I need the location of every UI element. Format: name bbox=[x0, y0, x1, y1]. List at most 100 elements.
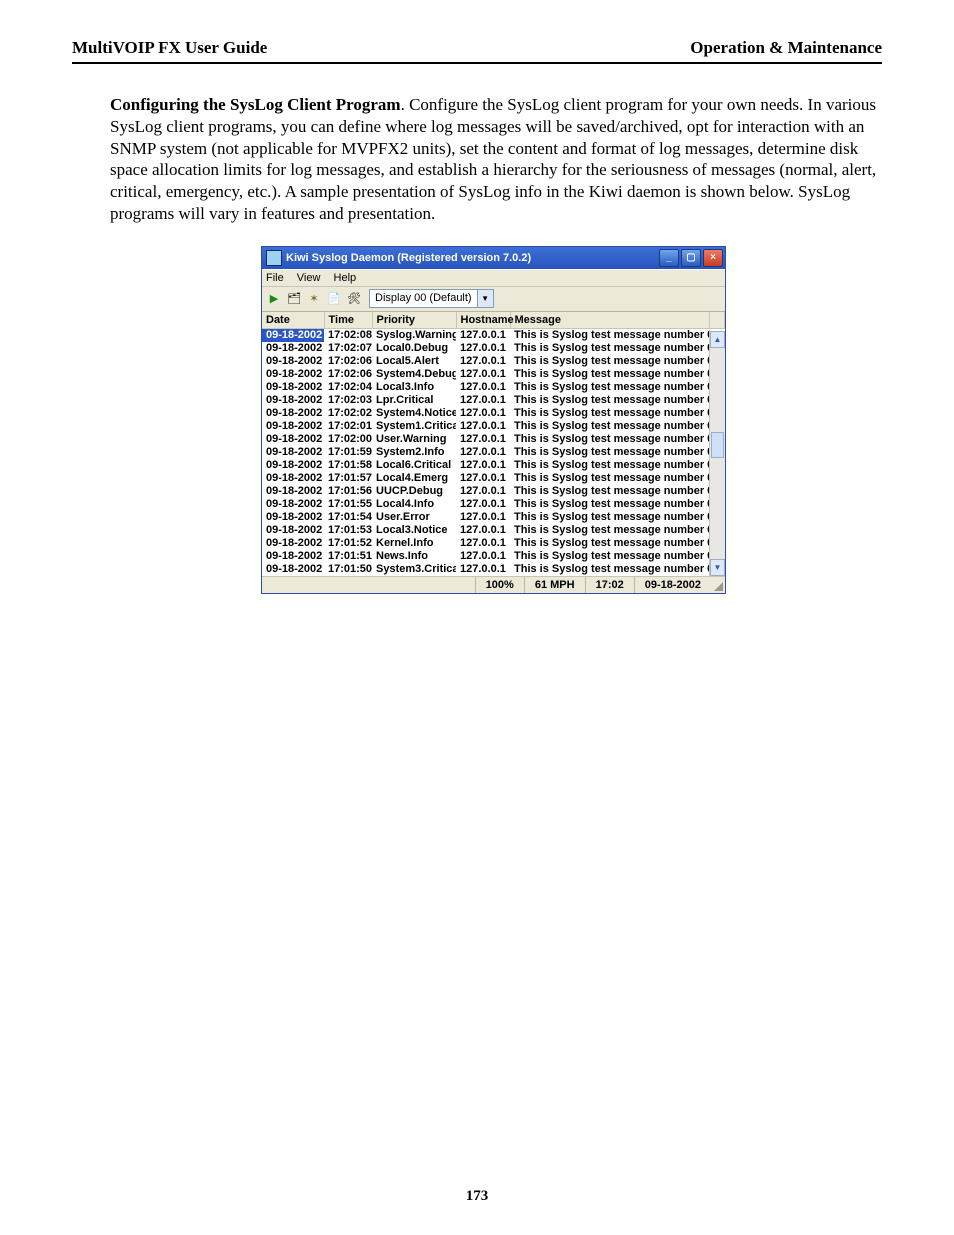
date-cell: 09-18-2002 bbox=[262, 420, 324, 433]
table-header-row: Date Time Priority Hostname Message bbox=[262, 312, 725, 329]
table-row[interactable]: 09-18-200217:02:02System4.Notice127.0.0.… bbox=[262, 407, 725, 420]
close-button[interactable]: × bbox=[703, 249, 723, 267]
host-cell: 127.0.0.1 bbox=[456, 394, 510, 407]
minimize-button[interactable]: _ bbox=[659, 249, 679, 267]
scroll-up-icon[interactable]: ▲ bbox=[710, 331, 725, 348]
vertical-scrollbar[interactable]: ▲ ▼ bbox=[709, 331, 725, 576]
host-cell: 127.0.0.1 bbox=[456, 368, 510, 381]
date-cell: 09-18-2002 bbox=[262, 537, 324, 550]
table-row[interactable]: 09-18-200217:02:01System1.Critical127.0.… bbox=[262, 420, 725, 433]
table-row[interactable]: 09-18-200217:01:57Local4.Emerg127.0.0.1T… bbox=[262, 472, 725, 485]
host-cell: 127.0.0.1 bbox=[456, 563, 510, 576]
page: MultiVOIP FX User Guide Operation & Main… bbox=[0, 0, 954, 1235]
msg-cell: This is Syslog test message number 0020 bbox=[510, 328, 710, 342]
display-combo[interactable]: Display 00 (Default) ▼ bbox=[369, 289, 494, 308]
date-cell: 09-18-2002 bbox=[262, 328, 324, 342]
host-cell: 127.0.0.1 bbox=[456, 433, 510, 446]
page-number: 173 bbox=[0, 1188, 954, 1205]
table-row[interactable]: 09-18-200217:02:06System4.Debug127.0.0.1… bbox=[262, 368, 725, 381]
host-cell: 127.0.0.1 bbox=[456, 498, 510, 511]
table-row[interactable]: 09-18-200217:01:54User.Error127.0.0.1Thi… bbox=[262, 511, 725, 524]
msg-cell: This is Syslog test message number 0009 bbox=[510, 472, 710, 485]
host-cell: 127.0.0.1 bbox=[456, 537, 510, 550]
window-title: Kiwi Syslog Daemon (Registered version 7… bbox=[286, 252, 531, 264]
resize-grip-icon[interactable] bbox=[711, 577, 725, 593]
msg-cell: This is Syslog test message number 0015 bbox=[510, 394, 710, 407]
host-cell: 127.0.0.1 bbox=[456, 459, 510, 472]
table-row[interactable]: 09-18-200217:02:06Local5.Alert127.0.0.1T… bbox=[262, 355, 725, 368]
menu-help[interactable]: Help bbox=[334, 272, 357, 284]
priority-cell: User.Error bbox=[372, 511, 456, 524]
col-message[interactable]: Message bbox=[510, 312, 710, 329]
msg-cell: This is Syslog test message number 0002 bbox=[510, 563, 710, 576]
msg-cell: This is Syslog test message number 0006 bbox=[510, 511, 710, 524]
host-cell: 127.0.0.1 bbox=[456, 524, 510, 537]
col-hostname[interactable]: Hostname bbox=[456, 312, 510, 329]
status-mph: 61 MPH bbox=[524, 577, 585, 593]
msg-cell: This is Syslog test message number 0018 bbox=[510, 355, 710, 368]
msg-cell: This is Syslog test message number 0014 bbox=[510, 407, 710, 420]
table-row[interactable]: 09-18-200217:02:03Lpr.Critical127.0.0.1T… bbox=[262, 394, 725, 407]
msg-cell: This is Syslog test message number 0011 bbox=[510, 446, 710, 459]
date-cell: 09-18-2002 bbox=[262, 381, 324, 394]
log-table-wrap: Date Time Priority Hostname Message 09-1… bbox=[262, 312, 725, 576]
display-combo-value: Display 00 (Default) bbox=[370, 292, 477, 304]
table-row[interactable]: 09-18-200217:01:50System3.Critical127.0.… bbox=[262, 563, 725, 576]
scroll-track[interactable] bbox=[710, 348, 725, 559]
msg-cell: This is Syslog test message number 0004 bbox=[510, 537, 710, 550]
time-cell: 17:01:57 bbox=[324, 472, 372, 485]
scroll-down-icon[interactable]: ▼ bbox=[710, 559, 725, 576]
status-date: 09-18-2002 bbox=[634, 577, 711, 593]
msg-cell: This is Syslog test message number 0016 bbox=[510, 381, 710, 394]
table-row[interactable]: 09-18-200217:02:07Local0.Debug127.0.0.1T… bbox=[262, 342, 725, 355]
maximize-button[interactable]: ▢ bbox=[681, 249, 701, 267]
date-cell: 09-18-2002 bbox=[262, 485, 324, 498]
settings-icon[interactable]: 🛠 bbox=[346, 290, 362, 306]
host-cell: 127.0.0.1 bbox=[456, 511, 510, 524]
time-cell: 17:02:08 bbox=[324, 328, 372, 342]
status-time: 17:02 bbox=[585, 577, 634, 593]
header-right: Operation & Maintenance bbox=[690, 38, 882, 58]
chevron-down-icon[interactable]: ▼ bbox=[477, 290, 493, 307]
play-icon[interactable]: ▶ bbox=[266, 290, 282, 306]
table-row[interactable]: 09-18-200217:01:59System2.Info127.0.0.1T… bbox=[262, 446, 725, 459]
msg-cell: This is Syslog test message number 0017 bbox=[510, 368, 710, 381]
time-cell: 17:01:59 bbox=[324, 446, 372, 459]
time-cell: 17:02:01 bbox=[324, 420, 372, 433]
host-cell: 127.0.0.1 bbox=[456, 342, 510, 355]
scroll-thumb[interactable] bbox=[711, 432, 724, 458]
msg-cell: This is Syslog test message number 0005 bbox=[510, 524, 710, 537]
col-priority[interactable]: Priority bbox=[372, 312, 456, 329]
priority-cell: Kernel.Info bbox=[372, 537, 456, 550]
time-cell: 17:01:58 bbox=[324, 459, 372, 472]
date-cell: 09-18-2002 bbox=[262, 472, 324, 485]
msg-cell: This is Syslog test message number 0008 bbox=[510, 485, 710, 498]
table-row[interactable]: 09-18-200217:02:00User.Warning127.0.0.1T… bbox=[262, 433, 725, 446]
header-rule bbox=[72, 62, 882, 64]
titlebar[interactable]: Kiwi Syslog Daemon (Registered version 7… bbox=[262, 247, 725, 269]
col-time[interactable]: Time bbox=[324, 312, 372, 329]
host-cell: 127.0.0.1 bbox=[456, 550, 510, 563]
table-row[interactable]: 09-18-200217:02:08Syslog.Warning127.0.0.… bbox=[262, 328, 725, 342]
table-row[interactable]: 09-18-200217:01:53Local3.Notice127.0.0.1… bbox=[262, 524, 725, 537]
table-row[interactable]: 09-18-200217:01:51News.Info127.0.0.1This… bbox=[262, 550, 725, 563]
menu-view[interactable]: View bbox=[297, 272, 321, 284]
clear-icon[interactable]: ✶ bbox=[306, 290, 322, 306]
table-row[interactable]: 09-18-200217:02:04Local3.Info127.0.0.1Th… bbox=[262, 381, 725, 394]
table-row[interactable]: 09-18-200217:01:52Kernel.Info127.0.0.1Th… bbox=[262, 537, 725, 550]
table-row[interactable]: 09-18-200217:01:55Local4.Info127.0.0.1Th… bbox=[262, 498, 725, 511]
col-date[interactable]: Date bbox=[262, 312, 324, 329]
running-header: MultiVOIP FX User Guide Operation & Main… bbox=[72, 38, 882, 62]
tool-icon-1[interactable]: 🗂 bbox=[286, 290, 302, 306]
table-row[interactable]: 09-18-200217:01:56UUCP.Debug127.0.0.1Thi… bbox=[262, 485, 725, 498]
time-cell: 17:02:02 bbox=[324, 407, 372, 420]
tool-icon-2[interactable]: 📄 bbox=[326, 290, 342, 306]
intro-text: . Configure the SysLog client program fo… bbox=[110, 95, 876, 223]
date-cell: 09-18-2002 bbox=[262, 433, 324, 446]
table-row[interactable]: 09-18-200217:01:58Local6.Critical127.0.0… bbox=[262, 459, 725, 472]
date-cell: 09-18-2002 bbox=[262, 394, 324, 407]
toolbar: ▶ 🗂 ✶ 📄 🛠 Display 00 (Default) ▼ bbox=[262, 287, 725, 312]
menu-file[interactable]: File bbox=[266, 272, 284, 284]
host-cell: 127.0.0.1 bbox=[456, 355, 510, 368]
log-table: Date Time Priority Hostname Message 09-1… bbox=[262, 312, 725, 576]
